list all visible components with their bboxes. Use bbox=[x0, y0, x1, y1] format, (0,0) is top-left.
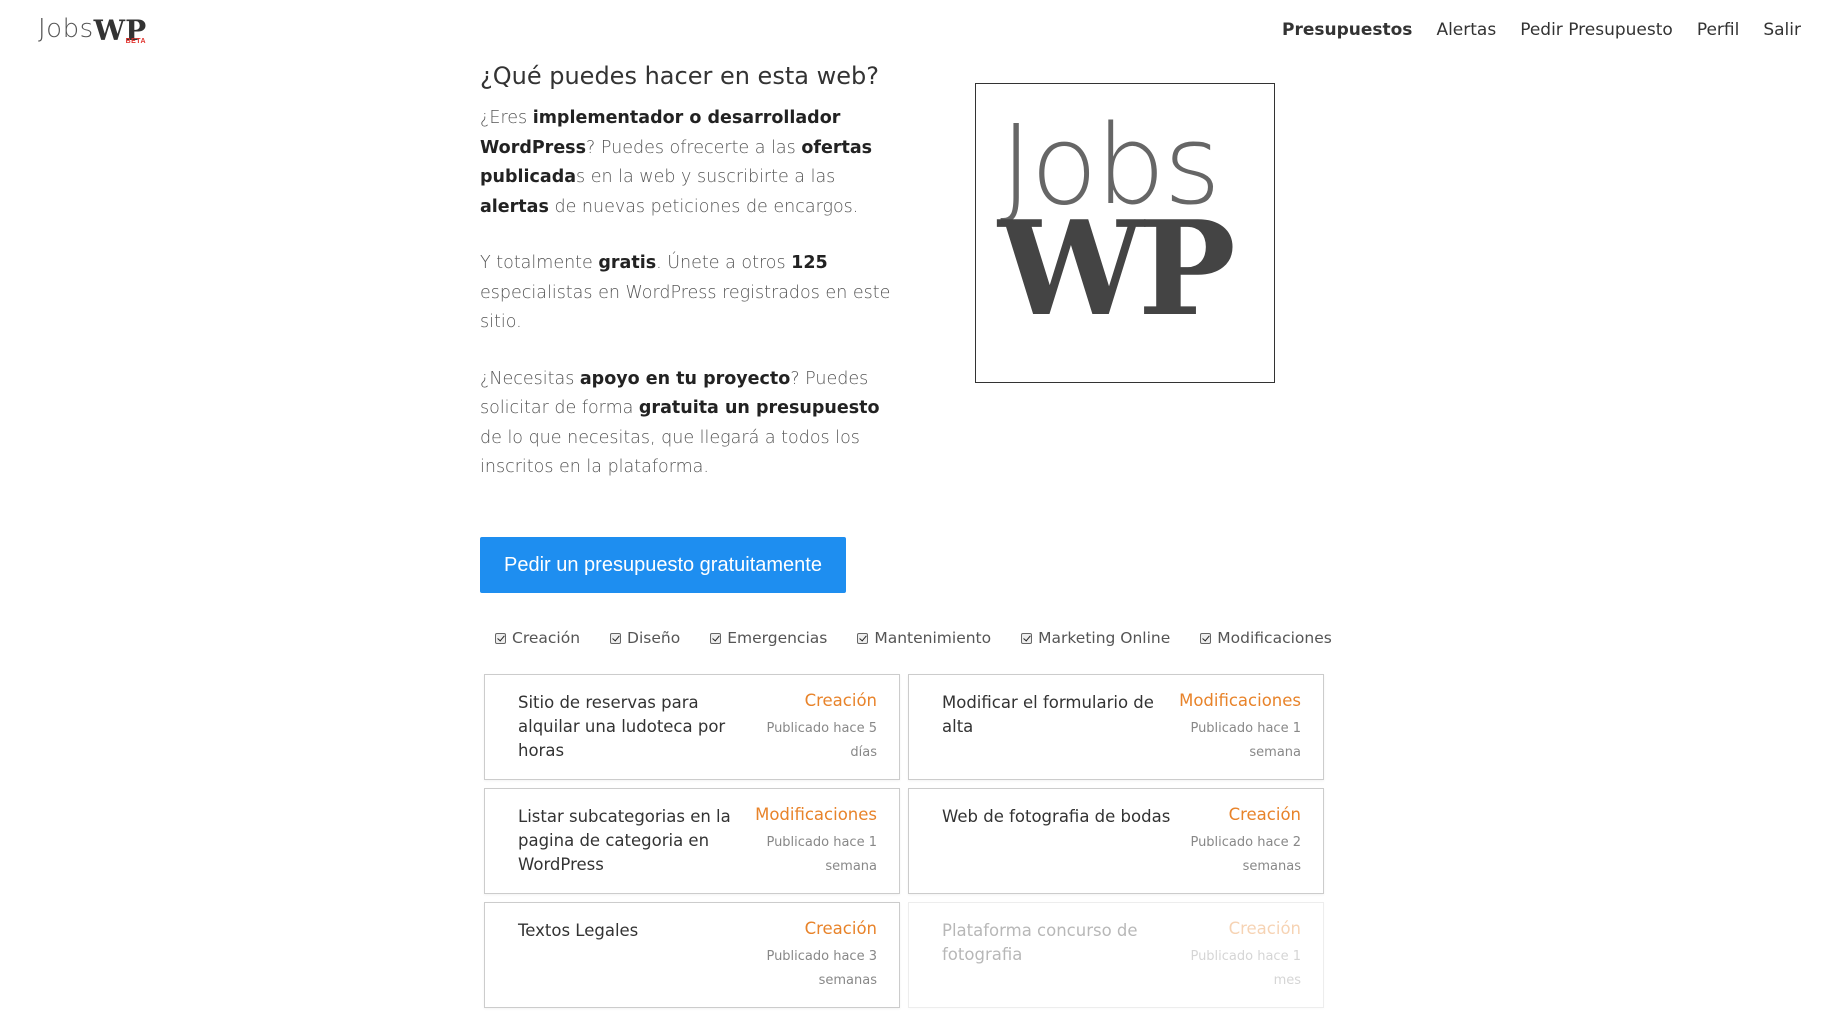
listing-card[interactable]: Listar subcategorias en la pagina de cat… bbox=[484, 788, 900, 894]
checkbox-checked-icon[interactable] bbox=[710, 632, 722, 644]
main-nav: Presupuestos Alertas Pedir Presupuesto P… bbox=[1282, 20, 1801, 40]
nav-alertas[interactable]: Alertas bbox=[1436, 20, 1496, 40]
listing-card[interactable]: Web de fotografia de bodas Creación Publ… bbox=[908, 788, 1324, 894]
nav-presupuestos[interactable]: Presupuestos bbox=[1282, 20, 1412, 40]
filter-mantenimiento[interactable]: Mantenimiento bbox=[857, 629, 991, 647]
large-logo-wp: WP bbox=[998, 192, 1236, 345]
listing-title[interactable]: Sitio de reservas para alquilar una ludo… bbox=[518, 691, 748, 763]
nav-salir[interactable]: Salir bbox=[1763, 20, 1801, 40]
filter-marketing-online[interactable]: Marketing Online bbox=[1021, 629, 1170, 647]
nav-perfil[interactable]: Perfil bbox=[1697, 20, 1740, 40]
listing-card[interactable]: Modificar el formulario de alta Modifica… bbox=[908, 674, 1324, 780]
intro-paragraph-3: ¿Necesitas apoyo en tu proyecto? Puedes … bbox=[480, 368, 880, 478]
filter-emergencias[interactable]: Emergencias bbox=[710, 629, 827, 647]
listing-date: Publicado hace 2 semanas bbox=[1190, 835, 1301, 874]
intro-heading: ¿Qué puedes hacer en esta web? bbox=[480, 62, 879, 90]
listing-date: Publicado hace 1 semana bbox=[766, 835, 877, 874]
listing-card[interactable]: Plataforma concurso de fotografia Creaci… bbox=[908, 902, 1324, 1008]
logo-jobs-text: Jobs bbox=[38, 14, 94, 44]
filter-creacion[interactable]: Creación bbox=[495, 629, 580, 647]
listing-category: Creación bbox=[1228, 919, 1301, 938]
listing-title[interactable]: Textos Legales bbox=[518, 919, 748, 943]
listing-title[interactable]: Web de fotografia de bodas bbox=[942, 805, 1172, 829]
filter-diseno[interactable]: Diseño bbox=[610, 629, 680, 647]
logo-wp-text: WP BETA bbox=[93, 14, 147, 47]
listing-category: Creación bbox=[1228, 805, 1301, 824]
listing-card[interactable]: Textos Legales Creación Publicado hace 3… bbox=[484, 902, 900, 1008]
listing-date: Publicado hace 1 semana bbox=[1190, 721, 1301, 760]
listing-title[interactable]: Listar subcategorias en la pagina de cat… bbox=[518, 805, 748, 877]
checkbox-checked-icon[interactable] bbox=[610, 632, 622, 644]
checkbox-checked-icon[interactable] bbox=[495, 632, 506, 644]
listing-category: Creación bbox=[804, 691, 877, 710]
request-quote-button[interactable]: Pedir un presupuesto gratuitamente bbox=[480, 537, 846, 593]
listing-title[interactable]: Plataforma concurso de fotografia bbox=[942, 919, 1172, 967]
listing-category: Creación bbox=[804, 919, 877, 938]
filter-modificaciones[interactable]: Modificaciones bbox=[1200, 629, 1332, 647]
listings-grid: Sitio de reservas para alquilar una ludo… bbox=[484, 674, 1324, 1008]
category-filters: Creación Diseño Emergencias Mantenimient… bbox=[495, 629, 1362, 647]
checkbox-checked-icon[interactable] bbox=[1021, 632, 1033, 644]
listing-date: Publicado hace 1 mes bbox=[1190, 949, 1301, 988]
jobswp-large-logo: Jobs WP bbox=[975, 83, 1275, 383]
intro-paragraph-1: ¿Eres implementador o desarrollador Word… bbox=[480, 108, 873, 217]
nav-pedir-presupuesto[interactable]: Pedir Presupuesto bbox=[1520, 20, 1673, 40]
intro-paragraph-2: Y totalmente gratis. Únete a otros 125 e… bbox=[480, 253, 891, 332]
listing-title[interactable]: Modificar el formulario de alta bbox=[942, 691, 1172, 739]
checkbox-checked-icon[interactable] bbox=[857, 632, 869, 644]
listing-card[interactable]: Sitio de reservas para alquilar una ludo… bbox=[484, 674, 900, 780]
listing-category: Modificaciones bbox=[755, 805, 877, 824]
listing-date: Publicado hace 3 semanas bbox=[766, 949, 877, 988]
site-logo[interactable]: Jobs WP BETA bbox=[38, 14, 146, 47]
logo-beta-badge: BETA bbox=[125, 38, 147, 45]
listing-date: Publicado hace 5 días bbox=[766, 721, 877, 760]
intro-section: ¿Qué puedes hacer en esta web? ¿Eres imp… bbox=[480, 62, 900, 510]
checkbox-checked-icon[interactable] bbox=[1200, 632, 1212, 644]
listing-category: Modificaciones bbox=[1179, 691, 1301, 710]
